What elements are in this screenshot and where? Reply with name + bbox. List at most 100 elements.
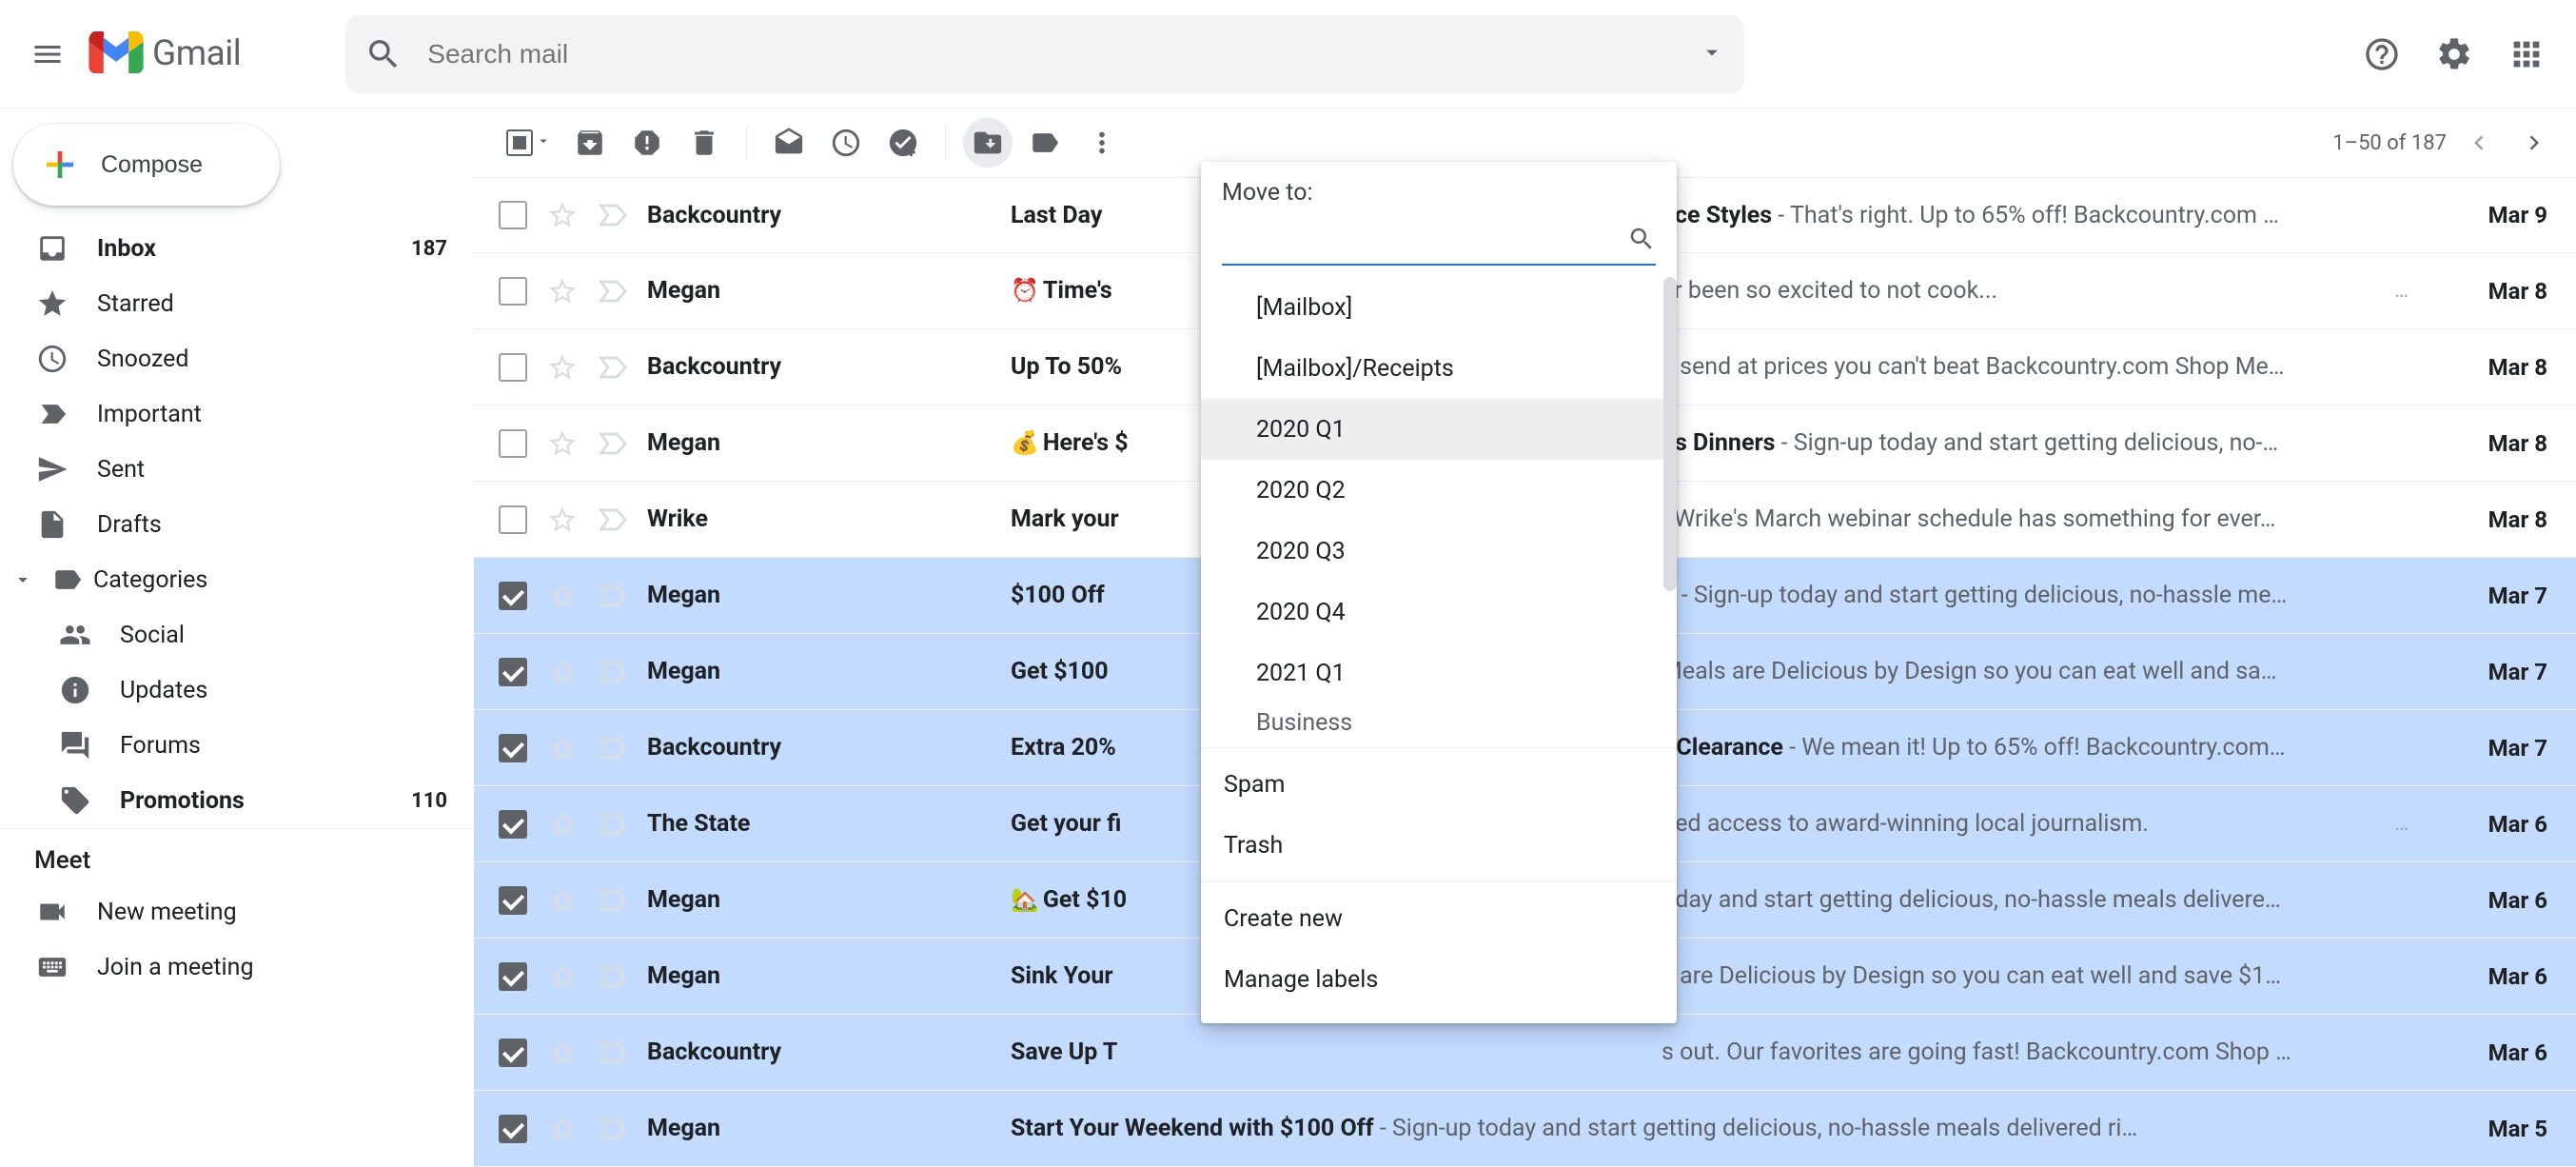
archive-button[interactable]	[565, 118, 615, 168]
main-menu-button[interactable]	[27, 33, 69, 75]
popover-option[interactable]: 2020 Q1	[1201, 399, 1677, 460]
mail-checkbox[interactable]	[499, 658, 527, 686]
support-button[interactable]	[2359, 31, 2405, 77]
star-icon[interactable]	[546, 656, 579, 688]
sidebar-item-updates[interactable]: Updates	[0, 663, 474, 718]
star-icon[interactable]	[546, 960, 579, 993]
star-icon[interactable]	[546, 199, 579, 231]
popover-option[interactable]: 2020 Q3	[1201, 521, 1677, 582]
popover-option-spam[interactable]: Spam	[1201, 754, 1677, 815]
star-icon[interactable]	[546, 732, 579, 764]
mail-checkbox[interactable]	[499, 810, 527, 839]
star-icon[interactable]	[546, 1113, 579, 1145]
mail-checkbox[interactable]	[499, 962, 527, 991]
important-icon[interactable]	[596, 1113, 628, 1145]
popover-option[interactable]: Business	[1201, 703, 1677, 742]
mail-checkbox[interactable]	[499, 1115, 527, 1143]
important-icon[interactable]	[596, 351, 628, 384]
labels-button[interactable]	[1020, 118, 1070, 168]
star-icon[interactable]	[546, 275, 579, 307]
mail-subject: Sink Your	[1011, 962, 1113, 990]
sidebar-item-inbox[interactable]: Inbox 187	[0, 221, 474, 276]
important-icon[interactable]	[596, 732, 628, 764]
older-page-button[interactable]	[2511, 120, 2557, 166]
mail-subject: Extra 20%	[1011, 734, 1116, 762]
mark-read-button[interactable]	[764, 118, 814, 168]
mail-snippet: - Sign-up today and start getting delici…	[1374, 1115, 2138, 1142]
star-icon[interactable]	[546, 580, 579, 612]
star-icon[interactable]	[546, 884, 579, 917]
mail-checkbox[interactable]	[499, 201, 527, 229]
star-icon[interactable]	[546, 427, 579, 460]
popover-action-manage-labels[interactable]: Manage labels	[1201, 949, 1677, 1010]
sidebar-item-label: Sent	[97, 456, 447, 484]
important-icon[interactable]	[596, 580, 628, 612]
mail-checkbox[interactable]	[499, 886, 527, 915]
mail-row[interactable]: Megan Start Your Weekend with $100 Off -…	[474, 1091, 2576, 1167]
sidebar-item-join-a-meeting[interactable]: Join a meeting	[0, 940, 474, 995]
select-dropdown-caret[interactable]	[535, 132, 552, 153]
sidebar-item-drafts[interactable]: Drafts	[0, 497, 474, 552]
sidebar-item-forums[interactable]: Forums	[0, 718, 474, 773]
settings-button[interactable]	[2431, 31, 2477, 77]
important-icon[interactable]	[596, 275, 628, 307]
mail-checkbox[interactable]	[499, 429, 527, 458]
popover-search[interactable]	[1222, 220, 1656, 266]
star-icon[interactable]	[546, 808, 579, 841]
gmail-logo-text: Gmail	[152, 33, 241, 74]
popover-option-trash[interactable]: Trash	[1201, 815, 1677, 876]
important-icon[interactable]	[596, 656, 628, 688]
sidebar-item-snoozed[interactable]: Snoozed	[0, 331, 474, 386]
move-to-button[interactable]	[963, 118, 1013, 168]
popover-option[interactable]: 2021 Q1	[1201, 643, 1677, 703]
important-icon[interactable]	[596, 199, 628, 231]
select-all-toggle[interactable]	[501, 129, 558, 156]
sidebar-item-social[interactable]: Social	[0, 607, 474, 663]
mail-checkbox[interactable]	[499, 582, 527, 610]
sidebar-item-starred[interactable]: Starred	[0, 276, 474, 331]
mail-snippet: Meals are Delicious by Design so you can…	[1662, 658, 2422, 685]
apps-button[interactable]	[2504, 31, 2549, 77]
search-input[interactable]	[427, 39, 1674, 69]
delete-button[interactable]	[679, 118, 729, 168]
gmail-logo[interactable]: Gmail	[88, 31, 241, 77]
popover-option[interactable]: 2020 Q4	[1201, 582, 1677, 643]
important-icon[interactable]	[596, 884, 628, 917]
mail-checkbox[interactable]	[499, 1038, 527, 1067]
mail-row[interactable]: Backcountry Save Up T s out. Our favorit…	[474, 1015, 2576, 1091]
mail-checkbox[interactable]	[499, 734, 527, 762]
mail-checkbox[interactable]	[499, 353, 527, 382]
mail-checkbox[interactable]	[499, 277, 527, 306]
select-indeterminate-icon	[506, 129, 533, 156]
mail-checkbox[interactable]	[499, 505, 527, 534]
compose-button[interactable]: Compose	[13, 124, 280, 206]
newer-page-button[interactable]	[2456, 120, 2502, 166]
sidebar-item-count: 110	[411, 789, 447, 813]
star-icon[interactable]	[546, 1037, 579, 1069]
report-spam-button[interactable]	[622, 118, 672, 168]
search-bar[interactable]	[345, 15, 1744, 93]
add-to-tasks-button[interactable]	[878, 118, 928, 168]
sidebar-item-important[interactable]: Important	[0, 386, 474, 442]
sidebar-item-promotions[interactable]: Promotions 110	[0, 773, 474, 828]
sidebar-item-new-meeting[interactable]: New meeting	[0, 884, 474, 940]
popover-search-input[interactable]	[1222, 220, 1627, 258]
important-icon[interactable]	[596, 960, 628, 993]
important-icon[interactable]	[596, 504, 628, 536]
sidebar-item-sent[interactable]: Sent	[0, 442, 474, 497]
snooze-button[interactable]	[821, 118, 871, 168]
star-icon[interactable]	[546, 351, 579, 384]
popover-option[interactable]: [Mailbox]	[1201, 277, 1677, 338]
star-icon[interactable]	[546, 504, 579, 536]
sidebar-item-categories[interactable]: Categories	[0, 552, 474, 607]
mail-date: Mar 6	[2433, 887, 2547, 914]
mail-message: Last Day	[1011, 202, 1182, 229]
popover-action-create-new[interactable]: Create new	[1201, 888, 1677, 949]
search-options-button[interactable]	[1699, 39, 1725, 69]
more-actions-button[interactable]	[1077, 118, 1127, 168]
important-icon[interactable]	[596, 427, 628, 460]
important-icon[interactable]	[596, 808, 628, 841]
popover-option[interactable]: [Mailbox]/Receipts	[1201, 338, 1677, 399]
important-icon[interactable]	[596, 1037, 628, 1069]
popover-option[interactable]: 2020 Q2	[1201, 460, 1677, 521]
